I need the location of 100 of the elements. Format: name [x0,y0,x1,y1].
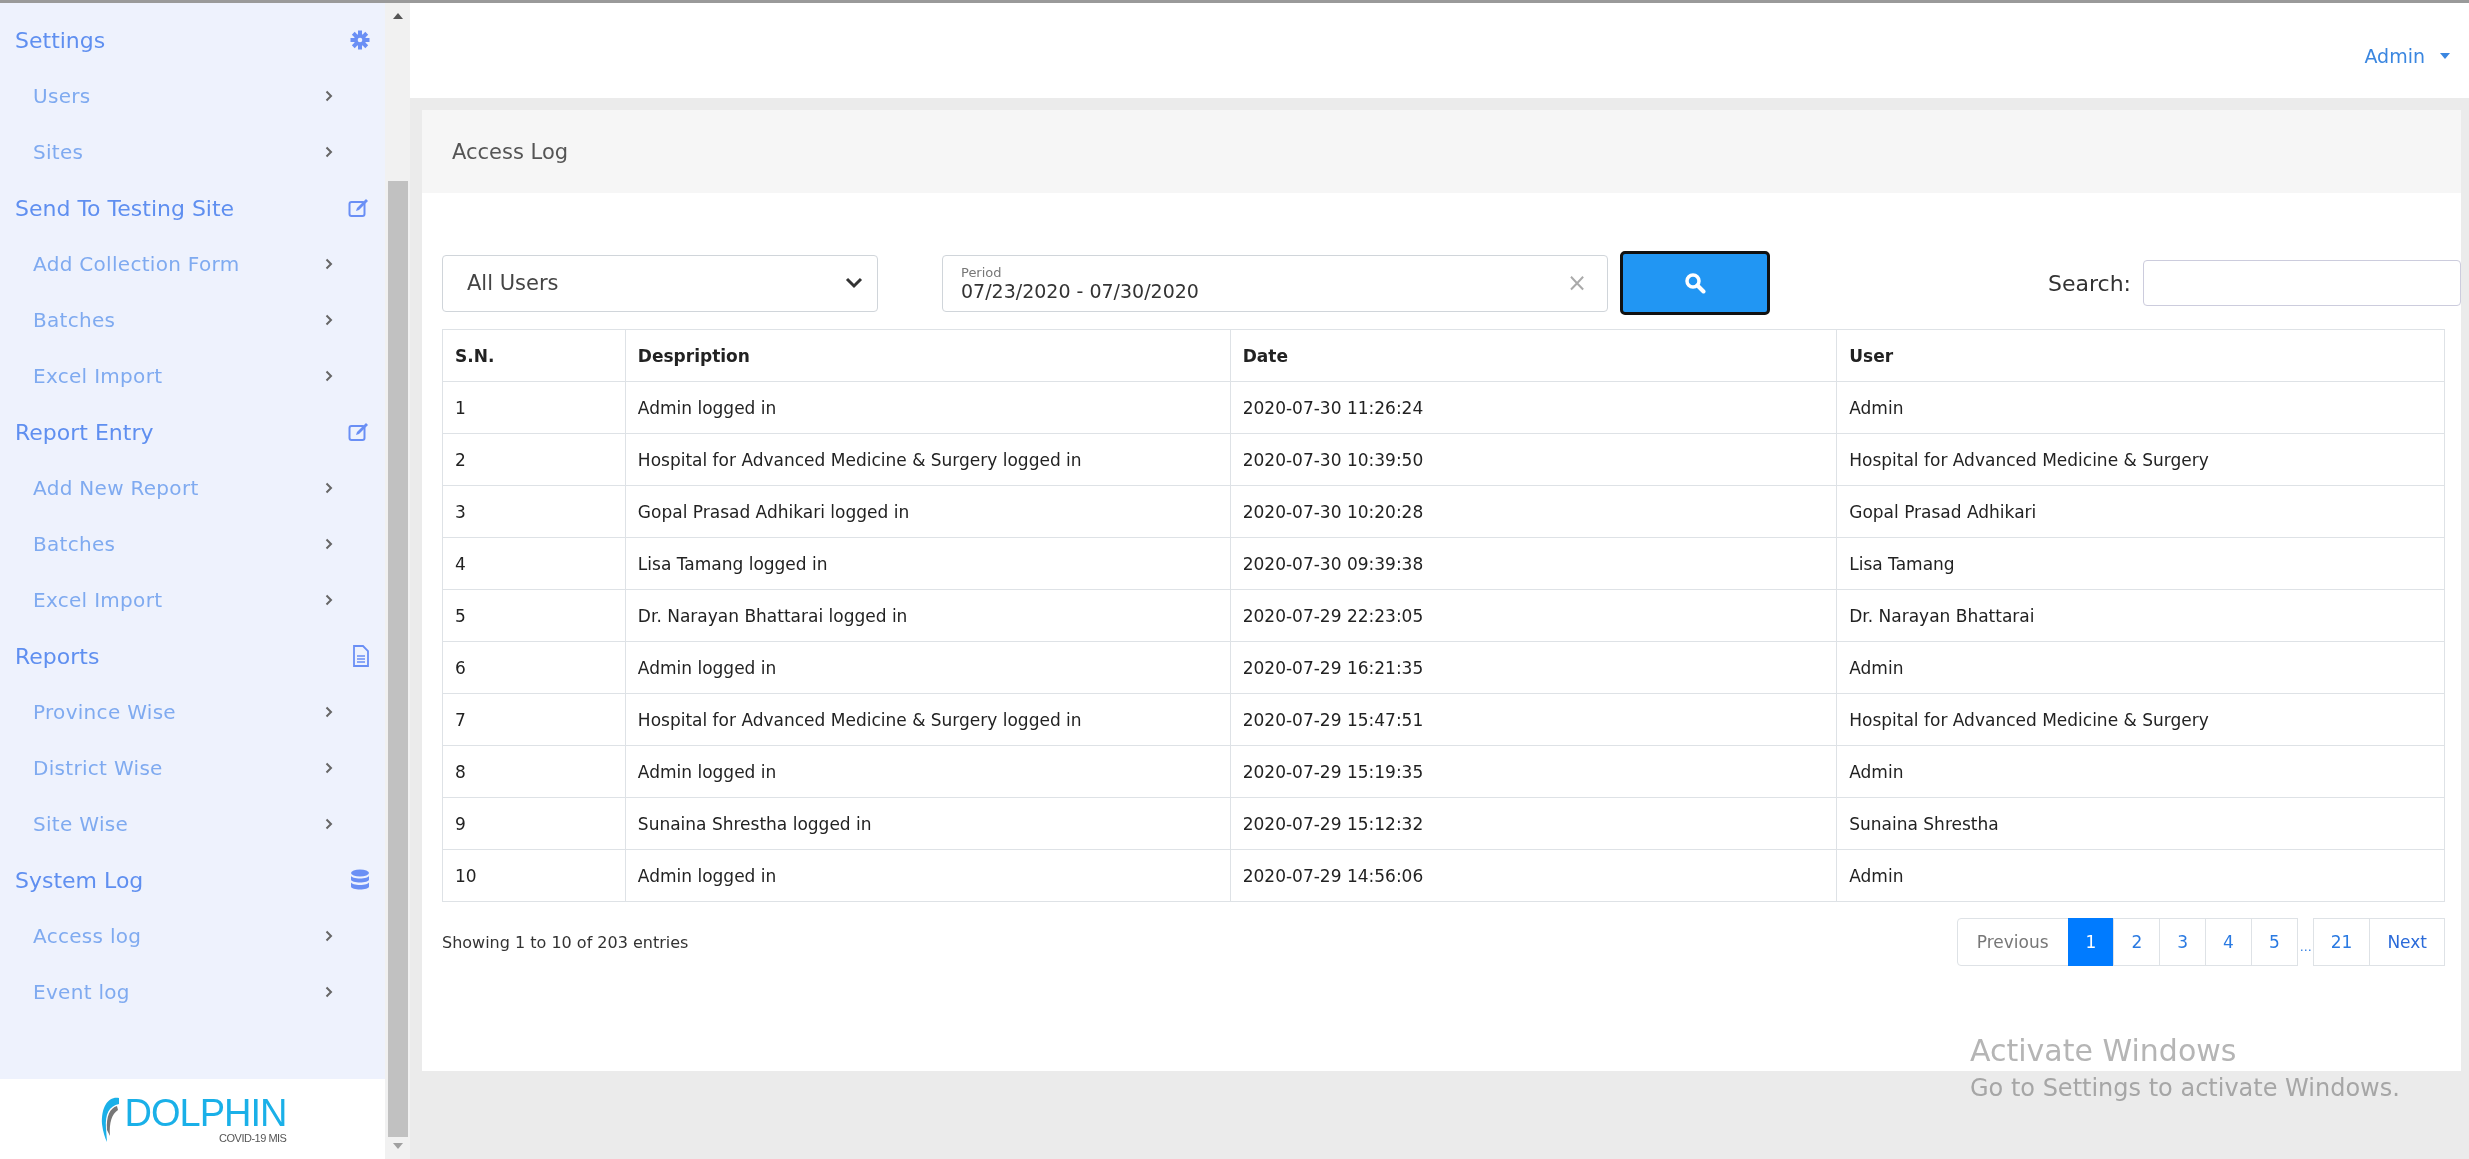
menu-item[interactable]: Batches [0,292,385,348]
table-cell: 5 [442,589,626,642]
table-cell: 2020-07-29 15:19:35 [1230,745,1837,798]
user-select[interactable]: All Users [442,254,878,312]
database-icon [350,869,370,891]
menu-item[interactable]: Batches [0,516,385,572]
edit-icon [348,198,370,218]
menu-item-label: Add Collection Form [33,252,240,276]
menu-item-label: Users [33,84,91,108]
menu-item[interactable]: Sites [0,124,385,180]
page-button[interactable]: 21 [2312,918,2371,966]
table-cell: Sunaina Shrestha logged in [625,797,1231,850]
scroll-down-arrow-icon [391,1141,404,1151]
chevron-right-icon [325,538,333,550]
table-cell: Admin [1836,849,2445,902]
document-icon [352,645,370,667]
menu-item[interactable]: Users [0,68,385,124]
menu-section-header[interactable]: System Log [0,852,385,908]
chevron-right-icon [325,930,333,942]
menu-item-label: Access log [33,924,142,948]
chevron-down-icon [845,277,863,289]
search-field[interactable] [2143,260,2461,306]
section-title: System Log [15,867,144,893]
chevron-right-icon [325,90,333,102]
user-menu-dropdown[interactable]: Admin [2364,44,2451,67]
chevron-right-icon [325,314,333,326]
menu-item-label: Sites [33,140,84,164]
search-label: Search: [2048,270,2131,296]
scroll-up-arrow-icon [391,11,404,21]
table-cell: Hospital for Advanced Medicine & Surgery [1836,433,2445,486]
table-cell: 2020-07-29 22:23:05 [1230,589,1837,642]
menu-item[interactable]: Add Collection Form [0,236,385,292]
period-field[interactable]: Period 07/23/2020 - 07/30/2020 × [942,254,1608,312]
table-cell: 10 [442,849,626,902]
table-cell: Admin logged in [625,849,1231,902]
table-cell: 2020-07-29 16:21:35 [1230,641,1837,694]
logo-tagline: COVID-19 MIS [219,1132,287,1144]
menu-section-header[interactable]: Settings [0,12,385,68]
edit-icon [348,422,370,442]
page-button[interactable]: 1 [2067,918,2115,966]
section-title: Send To Testing Site [15,195,235,221]
page-button[interactable]: 2 [2113,918,2161,966]
menu-item[interactable]: Province Wise [0,684,385,740]
activation-message: Go to Settings to activate Windows. [1970,1074,2400,1102]
table-cell: Admin [1836,381,2445,434]
menu-item[interactable]: Excel Import [0,572,385,628]
next-page-button[interactable]: Next [2369,918,2445,966]
page-button[interactable]: 3 [2159,918,2207,966]
section-title: Settings [15,27,106,53]
menu-item[interactable]: Site Wise [0,796,385,852]
table-cell: 2020-07-29 14:56:06 [1230,849,1837,902]
column-header: Date [1230,329,1837,382]
gear-icon [350,30,370,50]
column-header: User [1836,329,2445,382]
clear-icon[interactable]: × [1566,269,1587,297]
chevron-right-icon [325,482,333,494]
chevron-right-icon [325,370,333,382]
section-title: Reports [15,643,100,669]
table-cell: Dr. Narayan Bhattarai [1836,589,2445,642]
table-cell: Gopal Prasad Adhikari logged in [625,485,1231,538]
previous-page-button[interactable]: Previous [1956,918,2069,966]
page-button[interactable]: 4 [2205,918,2252,966]
floating-label: Period [961,264,1003,280]
table-cell: 2 [442,433,626,486]
menu-item[interactable]: Excel Import [0,348,385,404]
pagination-ellipsis: … [2298,940,2313,954]
chevron-right-icon [325,986,333,998]
menu-item-label: Province Wise [33,700,176,724]
menu-section-header[interactable]: Send To Testing Site [0,180,385,236]
menu-item-label: Excel Import [33,364,163,388]
menu-item-label: Batches [33,308,116,332]
table-cell: 2020-07-30 10:20:28 [1230,485,1837,538]
entries-info: Showing 1 to 10 of 203 entries [442,932,689,952]
page-button[interactable]: 5 [2250,918,2298,966]
table-cell: Sunaina Shrestha [1836,797,2445,850]
menu-item-label: Event log [33,980,130,1004]
table-cell: Hospital for Advanced Medicine & Surgery [1836,693,2445,746]
table-cell: 3 [442,485,626,538]
chevron-right-icon [325,818,333,830]
chevron-right-icon [325,258,333,270]
search-button[interactable] [1620,251,1770,315]
chevron-right-icon [325,594,333,606]
menu-item-label: Excel Import [33,588,163,612]
period-value: 07/23/2020 - 07/30/2020 [961,279,1199,302]
page-title: Access Log [452,139,569,164]
menu-item[interactable]: Event log [0,964,385,1020]
table-cell: Hospital for Advanced Medicine & Surgery logged in [625,693,1231,746]
menu-section-header[interactable]: Report Entry [0,404,385,460]
menu-item[interactable]: District Wise [0,740,385,796]
table-cell: 4 [442,537,626,590]
table-cell: Admin [1836,745,2445,798]
menu-section-header[interactable]: Reports [0,628,385,684]
table-cell: 7 [442,693,626,746]
scrollbar[interactable] [385,3,410,1159]
menu-item[interactable]: Access log [0,908,385,964]
table-cell: Lisa Tamang [1836,537,2445,590]
table-cell: 2020-07-29 15:12:32 [1230,797,1837,850]
activation-title: Activate Windows [1970,1033,2238,1068]
menu-item[interactable]: Add New Report [0,460,385,516]
table-cell: 6 [442,641,626,694]
